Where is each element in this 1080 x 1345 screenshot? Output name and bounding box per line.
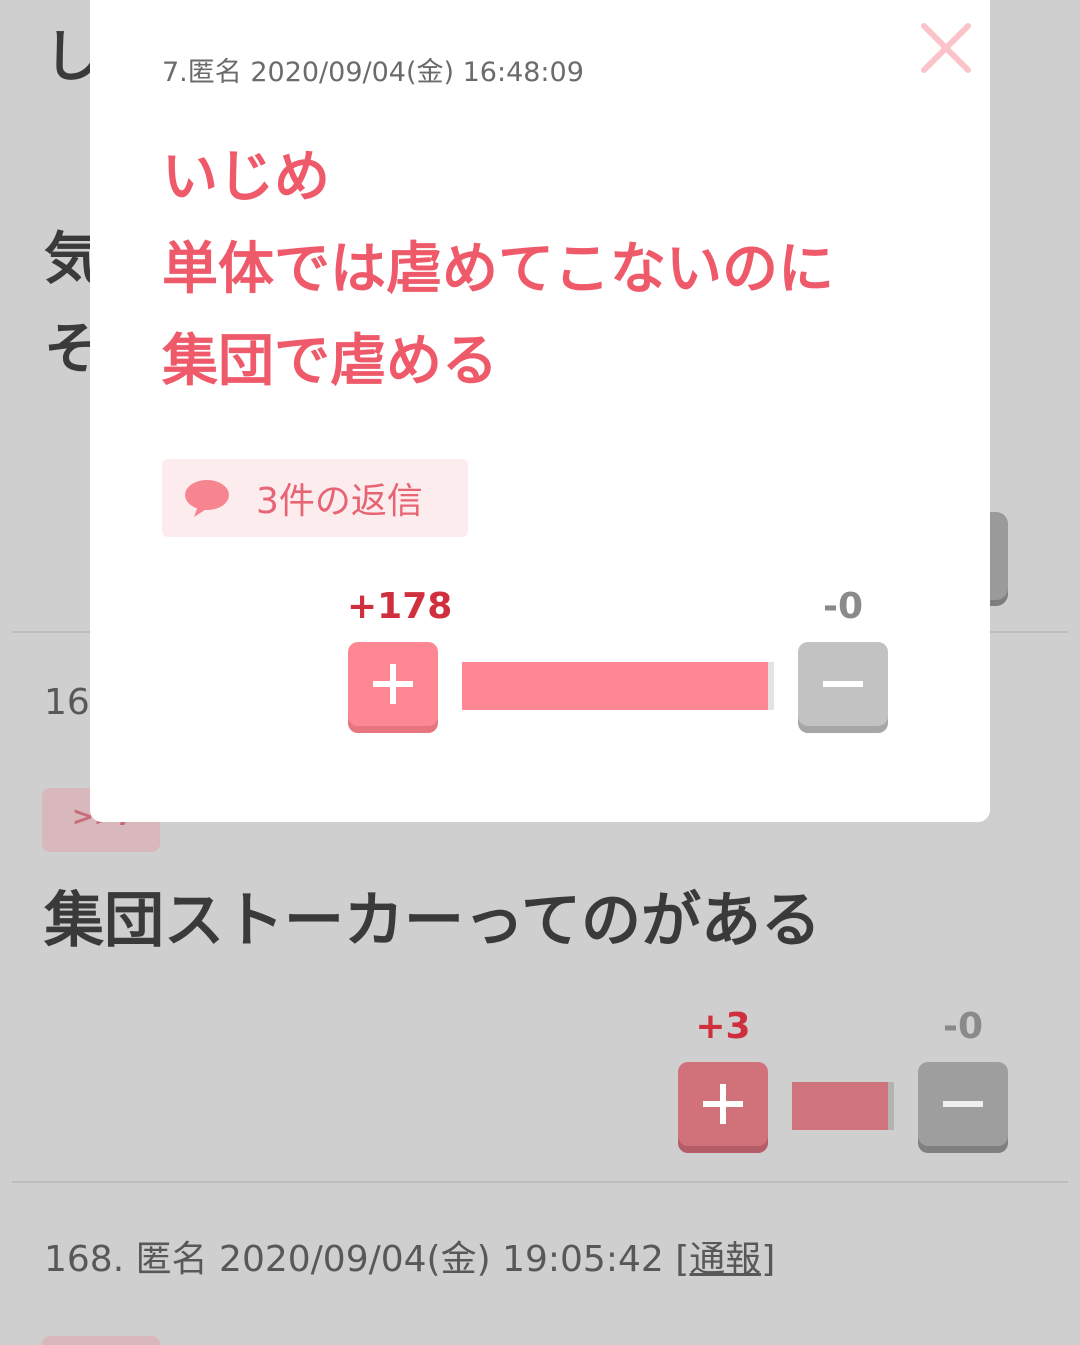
post-body: 集団ストーカーってのがある xyxy=(44,886,821,956)
plus-count: +3 xyxy=(695,1006,751,1047)
comment-body: いじめ 単体では虐めてこないのに 集団で虐める xyxy=(162,132,834,408)
plus-icon xyxy=(373,664,413,704)
replies-button[interactable]: 3件の返信 xyxy=(162,459,468,537)
post-divider xyxy=(12,1181,1068,1183)
post-meta: 168. 匿名 2020/09/04(金) 19:05:42 [通報] xyxy=(44,1230,775,1282)
minus-count: -0 xyxy=(943,1006,983,1047)
replies-button-label: 3件の返信 xyxy=(256,481,423,522)
plus-count: +178 xyxy=(347,586,453,627)
vote-ratio-bar xyxy=(792,1082,894,1130)
minus-vote-button[interactable] xyxy=(798,642,888,726)
close-icon xyxy=(921,23,971,73)
minus-count: -0 xyxy=(823,586,863,627)
minus-icon xyxy=(943,1101,983,1107)
post-meta-text: 168. 匿名 2020/09/04(金) 19:05:42 xyxy=(44,1239,676,1280)
speech-bubble-icon xyxy=(185,480,229,517)
post-number: 16 xyxy=(44,682,90,723)
minus-icon xyxy=(823,681,863,687)
plus-vote-button[interactable] xyxy=(678,1062,768,1146)
comment-body-line: いじめ xyxy=(162,145,330,210)
vote-ratio-fill xyxy=(792,1082,888,1130)
report-link[interactable]: [通報] xyxy=(675,1239,775,1280)
comment-body-line: 集団で虐める xyxy=(162,329,498,394)
comment-body-line: 単体では虐めてこないのに xyxy=(162,237,834,302)
comment-meta: 7.匿名 2020/09/04(金) 16:48:09 xyxy=(162,57,584,88)
plus-icon xyxy=(703,1084,743,1124)
minus-vote-button[interactable] xyxy=(918,1062,1008,1146)
vote-ratio-bar xyxy=(462,662,774,710)
comment-popup: 7.匿名 2020/09/04(金) 16:48:09 いじめ 単体では虐めてこ… xyxy=(90,0,990,822)
vote-ratio-fill xyxy=(462,662,768,710)
reply-anchor-tag[interactable] xyxy=(42,1336,160,1345)
close-button[interactable] xyxy=(920,22,972,74)
plus-vote-button[interactable] xyxy=(348,642,438,726)
